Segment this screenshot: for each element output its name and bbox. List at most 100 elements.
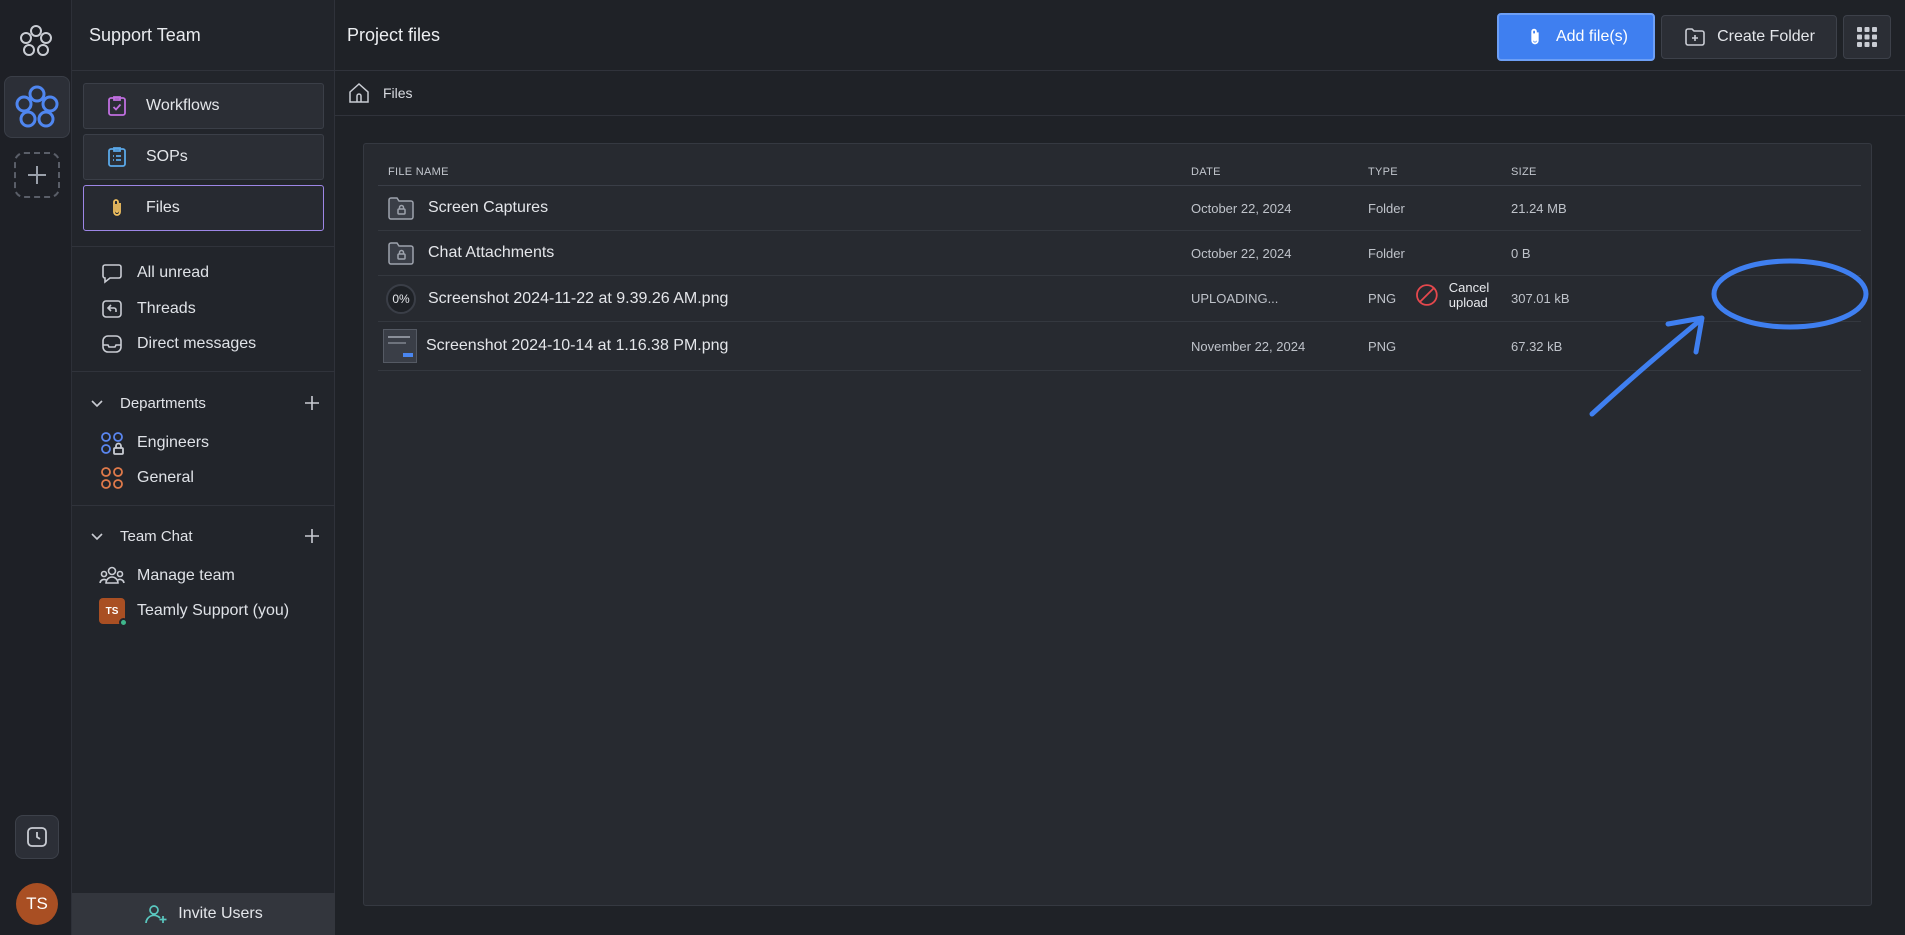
table-row[interactable]: Chat Attachments October 22, 2024 Folder… (378, 231, 1861, 276)
invite-users-button[interactable]: Invite Users (72, 893, 335, 935)
page-title: Project files (347, 24, 441, 45)
sidebar-item-general[interactable]: General (99, 464, 194, 492)
sidebar-item-label: General (137, 469, 194, 486)
sidebar-item-label: Direct messages (137, 335, 257, 352)
workspace-rail: TS (0, 0, 72, 935)
sidebar-item-teamly-support[interactable]: TS Teamly Support (you) (99, 597, 290, 627)
divider (72, 505, 335, 506)
section-departments[interactable]: Departments (88, 389, 323, 417)
cancel-upload-button[interactable]: Cancel upload (1396, 264, 1531, 326)
chevron-down-icon (91, 533, 103, 541)
file-date: October 22, 2024 (1191, 200, 1292, 216)
history-button[interactable] (15, 815, 59, 859)
file-type: PNG (1368, 338, 1397, 354)
add-workspace-button[interactable] (14, 152, 60, 198)
breadcrumb: Files (335, 71, 1905, 116)
add-files-label: Add file(s) (1555, 28, 1629, 45)
file-size: 67.32 kB (1511, 338, 1563, 354)
column-header-type[interactable]: TYPE (1368, 166, 1398, 178)
section-title: Departments (120, 394, 206, 412)
team-name[interactable]: Support Team (72, 0, 334, 71)
add-files-button[interactable]: Add file(s) (1497, 13, 1655, 61)
file-size: 21.24 MB (1511, 200, 1567, 216)
upload-progress: 0% (386, 283, 416, 314)
section-team-chat[interactable]: Team Chat (88, 522, 323, 550)
sidebar-item-label: Threads (137, 300, 196, 317)
sidebar-item-manage-team[interactable]: Manage team (99, 562, 235, 590)
file-table: FILE NAME DATE TYPE SIZE Screen Captures… (363, 143, 1872, 906)
avatar: TS (99, 598, 128, 627)
invite-label: Invite Users (178, 905, 263, 922)
sidebar-item-label: Manage team (137, 567, 235, 584)
nav-files[interactable]: Files (83, 185, 324, 231)
team-switcher-support[interactable] (4, 76, 70, 138)
nav-label: SOPs (146, 148, 188, 165)
topbar: Project files Add file(s) Create Folder (335, 0, 1905, 71)
file-name[interactable]: Chat Attachments (428, 244, 554, 262)
add-chat-icon[interactable] (303, 527, 321, 545)
folder-plus-icon (1685, 28, 1705, 46)
cancel-upload-label: Cancel upload (1448, 280, 1490, 310)
group-icon (99, 465, 125, 491)
sidebar-item-all-unread[interactable]: All unread (99, 259, 209, 287)
breadcrumb-files[interactable]: Files (383, 85, 413, 101)
column-header-size[interactable]: SIZE (1511, 166, 1537, 178)
apps-grid-button[interactable] (1843, 15, 1891, 59)
team-icon (99, 563, 125, 589)
locked-folder-icon (386, 238, 416, 268)
nav-label: Workflows (146, 97, 220, 114)
sidebar-item-engineers[interactable]: Engineers (99, 429, 209, 457)
locked-group-icon (99, 430, 125, 456)
chevron-down-icon (91, 400, 103, 408)
sidebar-item-label: Teamly Support (you) (137, 602, 290, 619)
paperclip-icon (104, 195, 130, 221)
create-folder-button[interactable]: Create Folder (1661, 15, 1837, 59)
threads-icon (99, 296, 125, 322)
file-date: November 22, 2024 (1191, 338, 1306, 354)
nav-workflows[interactable]: Workflows (83, 83, 324, 129)
column-header-date[interactable]: DATE (1191, 166, 1221, 178)
divider (72, 371, 335, 372)
paperclip-icon (1531, 28, 1539, 45)
file-type: Folder (1368, 200, 1405, 216)
divider (72, 246, 335, 247)
file-date: October 22, 2024 (1191, 245, 1292, 261)
home-icon[interactable] (347, 81, 371, 105)
clock-icon (27, 827, 47, 847)
grid-icon (1857, 27, 1877, 47)
sidebar-item-label: Engineers (137, 434, 210, 451)
column-header-name[interactable]: FILE NAME (388, 166, 449, 178)
upload-status: UPLOADING... (1191, 291, 1279, 306)
sidebar-item-direct-messages[interactable]: Direct messages (99, 330, 256, 358)
add-user-icon (145, 905, 167, 924)
file-name[interactable]: Screen Captures (428, 199, 548, 217)
online-status-dot (119, 618, 128, 627)
table-row-uploading[interactable]: 0% Screenshot 2024-11-22 at 9.39.26 AM.p… (378, 276, 1861, 322)
add-department-icon[interactable] (303, 394, 321, 412)
avatar-initials: TS (105, 605, 119, 617)
workflow-icon (104, 93, 130, 119)
file-type: PNG (1368, 291, 1397, 306)
plus-icon (28, 166, 46, 184)
file-name[interactable]: Screenshot 2024-11-22 at 9.39.26 AM.png (428, 290, 728, 308)
table-row[interactable]: Screen Captures October 22, 2024 Folder … (378, 186, 1861, 231)
sidebar-item-threads[interactable]: Threads (99, 295, 196, 323)
inbox-icon (99, 331, 125, 357)
image-thumbnail (383, 329, 417, 363)
sidebar: Support Team Workflows SOPs Files All un… (72, 0, 335, 935)
table-row[interactable]: Screenshot 2024-10-14 at 1.16.38 PM.png … (378, 322, 1861, 371)
file-name[interactable]: Screenshot 2024-10-14 at 1.16.38 PM.png (426, 337, 728, 355)
sops-icon (104, 144, 130, 170)
section-title: Team Chat (120, 527, 193, 545)
table-header: FILE NAME DATE TYPE SIZE (378, 154, 1861, 186)
main-content: Project files Add file(s) Create Folder … (335, 0, 1905, 935)
nav-label: Files (146, 199, 180, 216)
team-logo-icon (15, 85, 59, 128)
user-avatar[interactable]: TS (16, 883, 58, 925)
cancel-icon (1416, 284, 1438, 306)
sidebar-item-label: All unread (137, 264, 210, 281)
app-logo-icon[interactable] (17, 22, 55, 60)
locked-folder-icon (386, 193, 416, 223)
nav-sops[interactable]: SOPs (83, 134, 324, 180)
create-folder-label: Create Folder (1717, 28, 1815, 45)
